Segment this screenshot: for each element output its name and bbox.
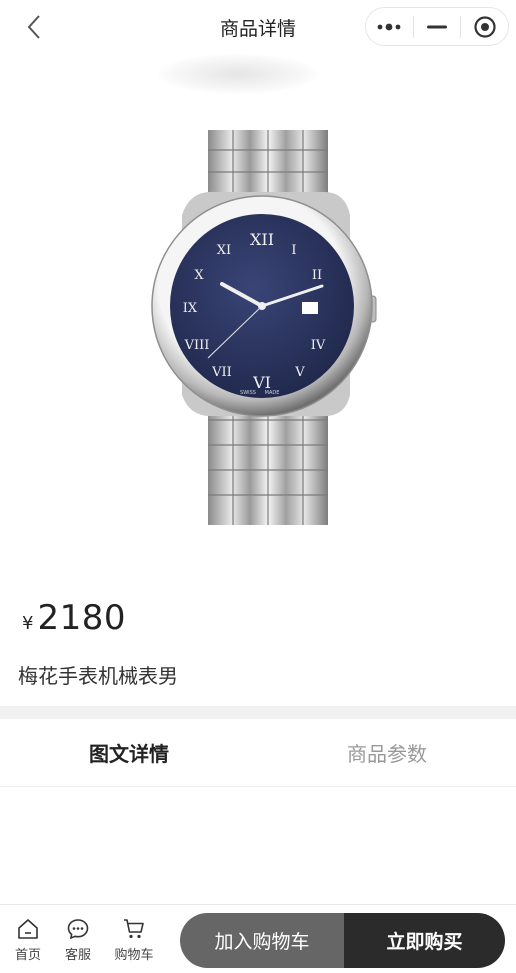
mini-program-capsule xyxy=(365,7,509,46)
svg-text:XI: XI xyxy=(217,243,231,258)
cart-button[interactable]: 购物车 xyxy=(112,917,156,963)
wristwatch-image: XII I II V VI VII VIII IX X XI IV SWISS … xyxy=(151,130,377,525)
add-to-cart-button[interactable]: 加入购物车 xyxy=(180,913,344,968)
section-divider xyxy=(0,706,516,719)
product-image-area[interactable]: XII I II V VI VII VIII IX X XI IV SWISS … xyxy=(0,54,516,574)
chat-icon xyxy=(67,919,89,940)
target-close-icon xyxy=(474,15,496,38)
svg-text:IX: IX xyxy=(183,301,198,316)
svg-text:XII: XII xyxy=(250,230,274,249)
svg-text:II: II xyxy=(312,268,322,283)
customer-service-button[interactable]: 客服 xyxy=(56,917,100,963)
minimize-icon xyxy=(427,25,447,28)
buy-now-button[interactable]: 立即购买 xyxy=(344,913,505,968)
svg-text:I: I xyxy=(291,243,296,258)
minimize-button[interactable] xyxy=(414,8,461,45)
close-button[interactable] xyxy=(461,8,508,45)
detail-tabs: 图文详情 商品参数 xyxy=(0,719,516,787)
product-price: 2180 xyxy=(37,598,126,638)
more-button[interactable] xyxy=(366,8,413,45)
svg-text:VII: VII xyxy=(211,365,232,380)
svg-text:VIII: VIII xyxy=(184,338,210,353)
home-icon xyxy=(18,919,38,939)
watch-dial-text-right: MADE xyxy=(265,390,280,396)
more-dots-icon xyxy=(377,23,401,30)
cart-label: 购物车 xyxy=(114,948,154,963)
tab-product-params[interactable]: 商品参数 xyxy=(258,719,516,786)
svg-text:IV: IV xyxy=(311,338,326,353)
tab-graphic-details[interactable]: 图文详情 xyxy=(0,719,258,786)
shopping-cart-icon xyxy=(124,919,144,939)
bottom-action-bar: 首页 客服 购物车 加入购物车 立即购买 xyxy=(0,904,516,973)
home-label: 首页 xyxy=(14,948,41,963)
product-name: 梅花手表机械表男 xyxy=(18,664,178,688)
currency-symbol: ¥ xyxy=(22,613,34,634)
top-nav-bar: 商品详情 xyxy=(0,0,516,54)
svg-text:X: X xyxy=(194,268,204,283)
price-row: ¥ 2180 xyxy=(22,598,126,638)
watch-dial-text-left: SWISS xyxy=(240,390,256,396)
svg-text:V: V xyxy=(294,365,305,380)
service-label: 客服 xyxy=(64,948,91,963)
home-button[interactable]: 首页 xyxy=(6,917,50,963)
